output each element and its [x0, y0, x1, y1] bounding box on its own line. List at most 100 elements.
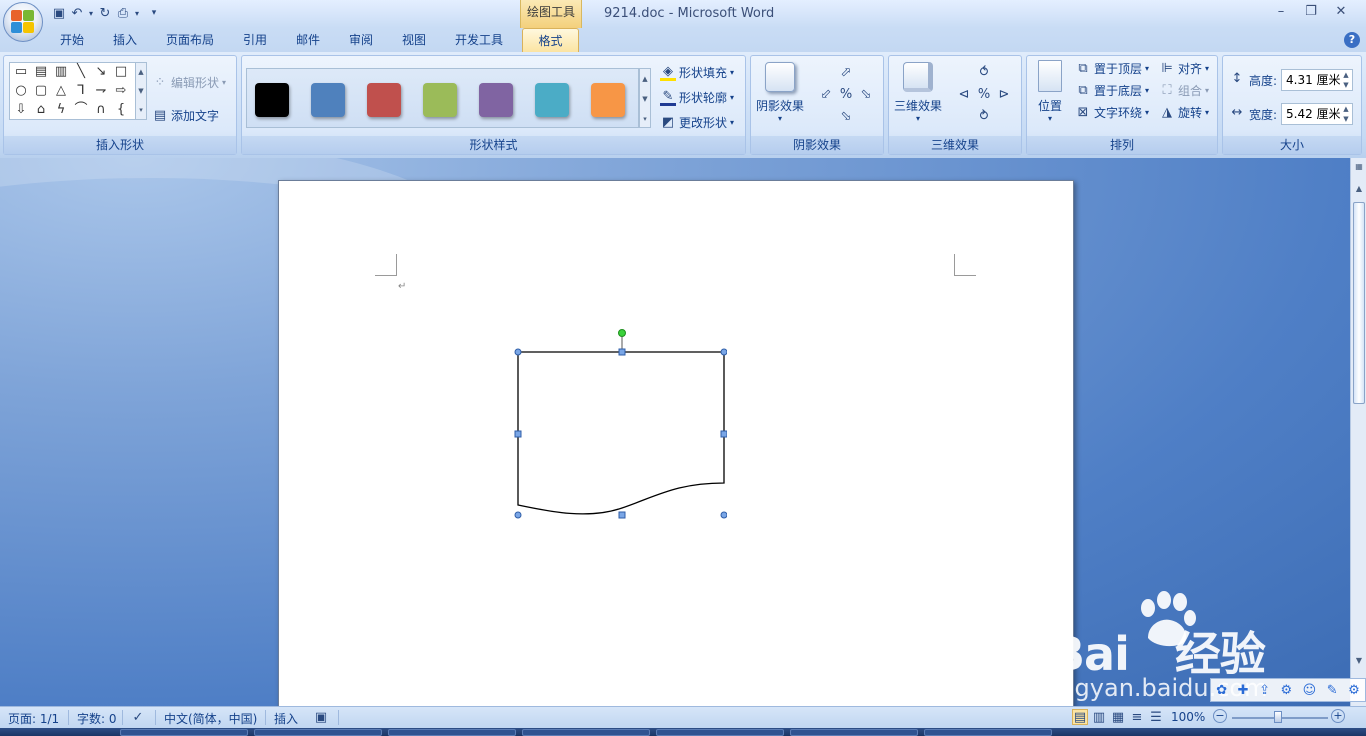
triangle-shape-icon[interactable]: △	[53, 84, 69, 98]
send-to-back-button[interactable]: ⧉ 置于底层 ▾	[1075, 82, 1149, 99]
draft-view-icon[interactable]: ☰	[1148, 709, 1164, 725]
style-swatch-purple[interactable]	[479, 83, 513, 117]
macro-record-icon[interactable]: ▣	[313, 709, 329, 725]
undo-icon[interactable]: ↶	[68, 4, 86, 22]
resize-handle-bottom-right[interactable]	[720, 511, 727, 519]
print-dropdown-icon[interactable]: ▾	[132, 4, 142, 22]
full-screen-reading-icon[interactable]: ▥	[1091, 709, 1107, 725]
nudge-shadow-right-icon[interactable]: ⬂	[857, 86, 875, 104]
lightning-shape-icon[interactable]: ϟ	[53, 103, 69, 117]
style-swatch-orange[interactable]	[591, 83, 625, 117]
elbow-connector-icon[interactable]: ⅂	[73, 84, 89, 98]
paw-icon[interactable]: ✿	[1216, 683, 1227, 698]
help-icon[interactable]: ?	[1344, 32, 1360, 48]
elbow-arrow-icon[interactable]: ⇁	[93, 84, 109, 98]
shadow-toggle-icon[interactable]: %	[837, 86, 855, 104]
bring-to-front-button[interactable]: ⧉ 置于顶层 ▾	[1075, 60, 1149, 77]
shapes-gallery-scroll[interactable]: ▲ ▼ ▾	[135, 62, 147, 120]
width-spinner-icon[interactable]: ▲ ▼	[1340, 104, 1352, 124]
3d-effects-button[interactable]: 三维效果 ▾	[893, 62, 943, 123]
shapes-gallery[interactable]: ▭ ▤ ▥ ╲ ↘ □ ○ ▢ △ ⅂ ⇁ ⇨ ⇩ ⌂ ϟ ⌒ ∩ {	[9, 62, 137, 120]
tilt-down-icon[interactable]: ⥁	[975, 108, 993, 126]
oval-shape-icon[interactable]: ○	[13, 84, 29, 98]
taskbar-button[interactable]	[924, 729, 1052, 736]
add-text-button[interactable]: ▤ 添加文字	[152, 107, 219, 124]
zoom-out-icon[interactable]: −	[1213, 709, 1227, 723]
tilt-up-icon[interactable]: ⥀	[975, 64, 993, 82]
language-indicator[interactable]: 中文(简体，中国)	[164, 710, 257, 727]
zoom-in-icon[interactable]: +	[1331, 709, 1345, 723]
taskbar-button[interactable]	[790, 729, 918, 736]
taskbar-button[interactable]	[656, 729, 784, 736]
height-input[interactable]: 4.31 厘米 ▲ ▼	[1281, 69, 1353, 91]
shape-fill-button[interactable]: ◈ 形状填充 ▾	[660, 64, 734, 81]
resize-handle-bottom[interactable]	[618, 511, 626, 519]
style-swatch-aqua[interactable]	[535, 83, 569, 117]
flowchart-document-shape[interactable]	[507, 326, 727, 526]
align-button[interactable]: ⊫ 对齐 ▾	[1159, 60, 1209, 77]
rotate-button[interactable]: ◮ 旋转 ▾	[1159, 104, 1209, 121]
edit-shape-button[interactable]: ⁘ 编辑形状 ▾	[152, 74, 226, 91]
print-preview-icon[interactable]: ⎙	[114, 4, 132, 22]
word-count[interactable]: 字数: 0	[77, 710, 117, 727]
callout-shape-icon[interactable]: ▭	[13, 65, 29, 79]
tab-home[interactable]: 开始	[50, 28, 94, 52]
resize-handle-left[interactable]	[514, 430, 522, 438]
resize-handle-top[interactable]	[618, 348, 626, 356]
office-button[interactable]	[3, 2, 43, 42]
print-layout-view-icon[interactable]: ▤	[1072, 709, 1088, 725]
resize-handle-top-left[interactable]	[514, 348, 522, 356]
brace-shape-icon[interactable]: {	[113, 103, 129, 117]
resize-handle-right[interactable]	[720, 430, 727, 438]
outline-view-icon[interactable]: ≡	[1129, 709, 1145, 725]
nudge-shadow-up-icon[interactable]: ⬀	[837, 64, 855, 82]
styles-gallery-scroll[interactable]: ▲ ▼ ▾	[639, 68, 651, 128]
arc-shape-icon[interactable]: ∩	[93, 103, 109, 117]
nudge-shadow-down-icon[interactable]: ⬂	[837, 108, 855, 126]
style-swatch-blue[interactable]	[311, 83, 345, 117]
page-count[interactable]: 页面: 1/1	[8, 710, 59, 727]
taskbar-button[interactable]	[254, 729, 382, 736]
proofing-icon[interactable]: ✓	[130, 709, 146, 725]
tilt-left-icon[interactable]: ⊲	[955, 86, 973, 104]
tab-mailings[interactable]: 邮件	[287, 28, 329, 52]
group-button[interactable]: ⛶ 组合 ▾	[1159, 82, 1209, 99]
taskbar-button[interactable]	[120, 729, 248, 736]
shape-outline-button[interactable]: ✎ 形状轮廓 ▾	[660, 89, 734, 106]
style-swatch-red[interactable]	[367, 83, 401, 117]
pen-icon[interactable]: ✎	[1327, 683, 1338, 698]
curve-shape-icon[interactable]: ⌒	[73, 103, 89, 117]
resize-handle-top-right[interactable]	[720, 348, 727, 356]
pin-icon[interactable]: ✚	[1238, 683, 1249, 698]
restore-icon[interactable]: ❐	[1298, 2, 1324, 22]
textbox-shape-icon[interactable]: ▤	[33, 65, 49, 79]
scroll-up-icon[interactable]: ▲	[1352, 182, 1366, 196]
resize-handle-bottom-left[interactable]	[514, 511, 522, 519]
redo-icon[interactable]: ↻	[96, 4, 114, 22]
zoom-slider-thumb[interactable]	[1274, 711, 1282, 723]
tilt-right-icon[interactable]: ⊳	[995, 86, 1013, 104]
tab-format[interactable]: 格式	[522, 28, 579, 52]
change-shape-button[interactable]: ◩ 更改形状 ▾	[660, 114, 734, 131]
scroll-thumb[interactable]	[1353, 202, 1365, 404]
upload-icon[interactable]: ⇪	[1259, 683, 1270, 698]
vertical-textbox-icon[interactable]: ▥	[53, 65, 69, 79]
vertical-scrollbar[interactable]: ▦ ▲ ▼	[1350, 158, 1366, 706]
rotation-handle[interactable]	[618, 329, 626, 337]
smile-icon[interactable]: ☺	[1303, 683, 1317, 698]
height-spinner-icon[interactable]: ▲ ▼	[1340, 70, 1352, 90]
zoom-level[interactable]: 100%	[1171, 710, 1205, 724]
position-button[interactable]: 位置 ▾	[1031, 60, 1069, 123]
tab-review[interactable]: 审阅	[340, 28, 382, 52]
nudge-shadow-left-icon[interactable]: ⬃	[817, 86, 835, 104]
3d-toggle-icon[interactable]: %	[975, 86, 993, 104]
shadow-effects-button[interactable]: 阴影效果 ▾	[755, 62, 805, 123]
style-swatch-green[interactable]	[423, 83, 457, 117]
taskbar-button[interactable]	[522, 729, 650, 736]
insert-mode[interactable]: 插入	[274, 710, 298, 727]
arrow-line-icon[interactable]: ↘	[93, 65, 109, 79]
document-page[interactable]: ↵	[278, 180, 1074, 706]
tab-insert[interactable]: 插入	[104, 28, 146, 52]
freeform-shape-icon[interactable]: ⌂	[33, 103, 49, 117]
scroll-down-icon[interactable]: ▼	[1352, 654, 1366, 668]
